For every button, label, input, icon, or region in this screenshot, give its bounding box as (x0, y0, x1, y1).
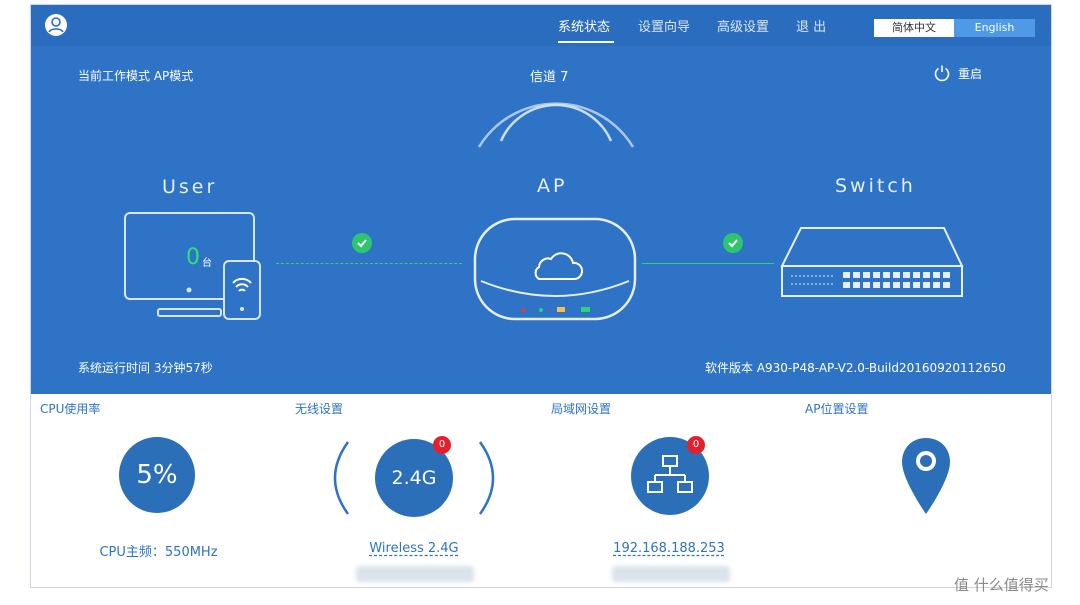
nav-system-status[interactable]: 系统状态 (558, 16, 610, 35)
user-count-unit: 台 (202, 258, 212, 269)
network-topology-icon (646, 453, 694, 503)
wireless-ssid-link[interactable]: Wireless 2.4G (286, 541, 542, 556)
channel-text: 信道 7 (530, 70, 569, 85)
lang-english-button[interactable]: English (954, 19, 1035, 37)
ap-location-panel-title: AP位置设置 (805, 402, 869, 416)
cpu-panel: CPU使用率 5% CPU主频：550MHz (31, 394, 287, 587)
lan-panel-title: 局域网设置 (551, 402, 612, 416)
firmware-version-text: 软件版本 A930-P48-AP-V2.0-Build2016092011265… (705, 361, 1006, 375)
top-nav-bar: 系统状态 设置向导 高级设置 退 出 简体中文 English (31, 5, 1051, 46)
cpu-usage-circle: 5% (119, 437, 195, 513)
lan-ip-link[interactable]: 192.168.188.253 (542, 541, 796, 556)
site-watermark: 值 什么值得买 (954, 576, 1049, 594)
wireless-panel[interactable]: 无线设置 2.4G 0 Wireless 2.4G (286, 394, 543, 587)
status-overview-panel: 系统状态 设置向导 高级设置 退 出 简体中文 English 当前工作模式 A… (31, 5, 1051, 394)
user-count-value: 0 (186, 245, 200, 270)
cpu-frequency-text: CPU主频：550MHz (99, 545, 218, 560)
cpu-panel-title: CPU使用率 (40, 402, 101, 416)
ap-title: AP (537, 175, 568, 197)
ap-location-panel[interactable]: AP位置设置 (796, 394, 1051, 587)
signal-arcs-icon (471, 91, 641, 155)
user-avatar-icon[interactable] (45, 14, 67, 36)
switch-link-ok-icon (723, 233, 743, 253)
lan-panel[interactable]: 局域网设置 0 192.168.188.253 (542, 394, 797, 587)
ap-switch-link-line (642, 263, 774, 264)
user-device-icon[interactable]: 0 台 (123, 211, 263, 323)
nav-active-underline (558, 41, 614, 43)
uptime-text: 系统运行时间 3分钟57秒 (78, 361, 213, 375)
user-ap-link-line (276, 263, 462, 264)
ap-device-icon[interactable] (471, 215, 641, 329)
nav-setup-wizard[interactable]: 设置向导 (638, 16, 690, 35)
switch-title: Switch (835, 175, 916, 197)
wireless-client-badge: 0 (433, 436, 451, 454)
lan-client-badge: 0 (687, 436, 705, 454)
work-mode-text: 当前工作模式 AP模式 (78, 69, 194, 83)
lan-redacted-info (612, 566, 730, 582)
wireless-panel-title: 无线设置 (295, 402, 344, 416)
nav-logout[interactable]: 退 出 (796, 16, 826, 35)
lang-chinese-button[interactable]: 简体中文 (874, 19, 954, 37)
nav-advanced-settings[interactable]: 高级设置 (717, 16, 769, 35)
power-icon (933, 64, 951, 86)
reboot-label: 重启 (958, 67, 983, 81)
user-title: User (162, 176, 218, 198)
switch-device-icon[interactable] (779, 224, 965, 304)
user-link-ok-icon (352, 233, 372, 253)
wireless-redacted-info (356, 566, 474, 582)
location-pin-icon[interactable] (900, 436, 952, 520)
router-admin-window: 系统状态 设置向导 高级设置 退 出 简体中文 English 当前工作模式 A… (30, 4, 1052, 588)
